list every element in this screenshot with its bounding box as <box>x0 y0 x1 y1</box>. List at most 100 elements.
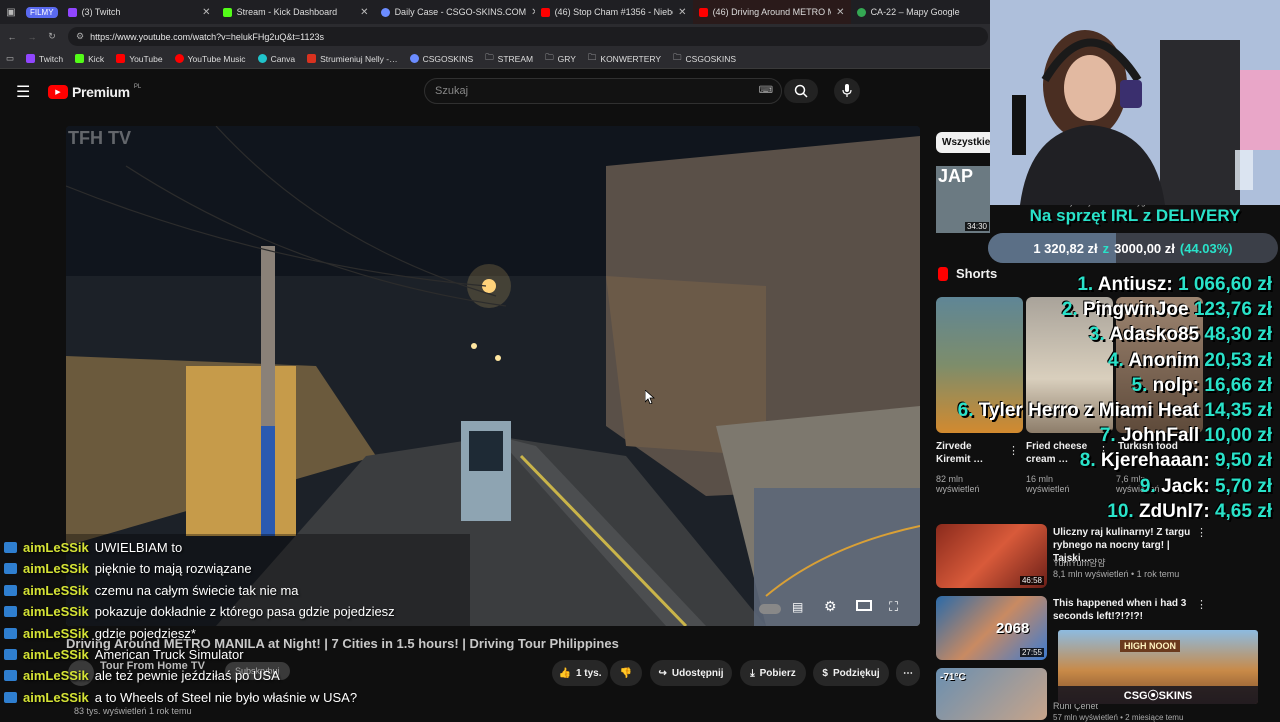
autoplay-toggle[interactable] <box>759 604 781 614</box>
url-text: https://www.youtube.com/watch?v=helukFHg… <box>90 31 325 42</box>
donor-name: PingwinJoe <box>1082 299 1189 321</box>
subtitles-icon[interactable]: ▤ <box>792 600 803 614</box>
tab-kick[interactable]: Stream - Kick Dashboard ✕ <box>217 0 375 24</box>
chat-username: aimLeSSik <box>23 668 89 684</box>
video-more-icon[interactable]: ⋮ <box>1196 598 1207 611</box>
donor-amount: 1 066,60 zł <box>1177 274 1272 295</box>
fullscreen-icon[interactable]: ⛶ <box>889 599 898 615</box>
youtube-music-icon <box>174 54 184 63</box>
tab-search-icon[interactable]: ▣ <box>0 7 22 18</box>
download-button[interactable]: ⤓ Pobierz <box>740 660 806 686</box>
recommended-title-2[interactable]: This happened when i had 3 seconds left!… <box>1053 597 1193 623</box>
filter-chip-all[interactable]: Wszystkie <box>936 132 997 153</box>
settings-icon[interactable]: ⚙ <box>824 598 837 615</box>
folder-icon: 🗀 <box>485 51 494 62</box>
goal-progress-text: 1 320,82 zł z 3000,00 zł (44.03%) <box>988 233 1278 263</box>
close-icon[interactable]: ✕ <box>678 7 686 18</box>
donor-row: 9. Jack: 5,70 zł <box>1140 476 1272 498</box>
bookmark-folder-csgoskins[interactable]: 🗀 CSGOSKINS <box>673 52 736 66</box>
bookmark-youtube-music[interactable]: YouTube Music <box>174 53 246 64</box>
reload-icon[interactable]: ↻ <box>44 31 60 42</box>
bookmark-folder-stream[interactable]: 🗀 STREAM <box>485 52 533 66</box>
like-button[interactable]: 👍 1 tys. <box>552 660 608 686</box>
thanks-button[interactable]: $ Podziękuj <box>813 660 889 686</box>
more-icon: ⋯ <box>903 667 913 679</box>
tab-twitch[interactable]: (3) Twitch ✕ <box>62 0 217 24</box>
keyboard-icon[interactable]: ⌨ <box>759 79 773 103</box>
chat-badge-icon <box>4 627 17 639</box>
folder-icon: 🗀 <box>673 51 682 62</box>
share-button[interactable]: ↪ Udostępnij <box>650 660 732 686</box>
recommended-thumbnail-1[interactable]: 46:58 <box>936 524 1047 588</box>
tab-google-maps[interactable]: CA-22 – Mapy Google <box>851 0 971 24</box>
address-bar-row: ← → ↻ ⚙ https://www.youtube.com/watch?v=… <box>0 24 990 49</box>
recommended-thumbnail-3[interactable]: -71°C <box>936 668 1047 720</box>
tab-group-chip[interactable]: FILMY <box>26 6 58 18</box>
youtube-icon <box>540 7 550 17</box>
chat-username: aimLeSSik <box>23 647 89 662</box>
kick-icon <box>222 7 232 17</box>
bookmark-label: CSGOSKINS <box>685 53 737 64</box>
chat-message: aimLeSSik ale też pewnie jeździłaś po USA <box>4 668 280 683</box>
dislike-button[interactable]: 👎 <box>610 660 642 686</box>
chat-message: aimLeSSik pięknie to mają rozwiązane <box>4 561 252 576</box>
recommended-thumbnail-2[interactable]: 2068 27:55 <box>936 596 1047 660</box>
logo-text: Premium <box>72 84 130 100</box>
url-input[interactable]: ⚙ https://www.youtube.com/watch?v=helukF… <box>68 27 988 46</box>
voice-search-button[interactable] <box>834 78 860 104</box>
close-icon[interactable]: ✕ <box>360 7 368 18</box>
chat-message: aimLeSSik czemu na całym świecie tak nie … <box>4 583 299 598</box>
bookmark-youtube[interactable]: YouTube <box>116 54 163 64</box>
chat-username: aimLeSSik <box>23 540 89 555</box>
theater-mode-icon[interactable] <box>856 600 872 611</box>
short-more-icon[interactable]: ⋮ <box>1008 444 1019 457</box>
donor-row: 2. PingwinJoe 123,76 zł <box>1062 299 1272 321</box>
thanks-label: Podziękuj <box>832 667 880 679</box>
more-actions-button[interactable]: ⋯ <box>896 660 920 686</box>
tab-youtube-stop-cham[interactable]: (46) Stop Cham #1356 - Niebezpi… ✕ <box>535 0 693 24</box>
forward-icon[interactable]: → <box>24 32 40 42</box>
bookmark-kick[interactable]: Kick <box>75 54 104 64</box>
tab-csgo-skins[interactable]: Daily Case - CSGO-SKINS.COM✕ <box>375 0 535 24</box>
bookmark-folder-konwertery[interactable]: 🗀 KONWERTERY <box>588 52 661 66</box>
search-input[interactable]: Szukaj ⌨ <box>424 78 782 104</box>
bookmark-label: YouTube Music <box>187 53 246 64</box>
duration-badge: 34:30 <box>964 222 989 231</box>
recommended-thumbnail-top[interactable]: JAP 34:30 <box>936 166 990 233</box>
youtube-logo[interactable]: ▶ Premium PL <box>48 84 141 100</box>
goal-percent: (44.03%) <box>1179 240 1233 256</box>
back-icon[interactable]: ← <box>4 32 20 42</box>
bookmark-folder-gry[interactable]: 🗀 GRY <box>545 52 576 66</box>
donor-row: 10. ZdUnl7: 4,65 zł <box>1107 501 1272 523</box>
kick-icon <box>75 54 85 63</box>
video-player[interactable]: TFH TV ▤ ⚙ ⛶ <box>66 126 920 626</box>
goal-separator: z <box>1102 240 1110 256</box>
donor-row: 3. Adasko85 48,30 zł <box>1089 324 1272 346</box>
donor-amount: 5,70 zł <box>1214 475 1272 497</box>
site-info-icon[interactable]: ⚙ <box>76 31 84 42</box>
recommended-channel-1[interactable]: YumYum얌얌 <box>1053 556 1106 569</box>
download-label: Pobierz <box>759 667 796 679</box>
donor-rank: 2. <box>1061 299 1078 321</box>
donor-amount: 123,76 zł <box>1193 299 1272 321</box>
bookmark-strumieniuj[interactable]: Strumieniuj Nelly -… <box>307 54 398 64</box>
bookmark-canva[interactable]: Canva <box>257 54 295 64</box>
bookmark-twitch[interactable]: Twitch <box>26 54 63 64</box>
tab-youtube-active[interactable]: (46) Driving Around METRO MAN… ✕ <box>692 0 851 24</box>
goal-current: 1 320,82 zł <box>1033 240 1098 256</box>
short-title-1[interactable]: Zirvede Kiremit … <box>936 440 1006 466</box>
logo-country: PL <box>133 84 142 90</box>
goal-progress-bar: 1 320,82 zł z 3000,00 zł (44.03%) <box>988 233 1278 263</box>
webcam-overlay <box>990 0 1280 205</box>
recommended-meta-3: 57 mln wyświetleń • 2 miesiące temu <box>1053 713 1184 722</box>
donor-rank: 10. <box>1107 500 1134 522</box>
apps-icon[interactable]: ▭ <box>6 53 14 64</box>
close-icon[interactable]: ✕ <box>836 7 844 18</box>
donor-name: Antiusz: <box>1097 274 1173 295</box>
close-icon[interactable]: ✕ <box>202 7 210 18</box>
menu-icon[interactable]: ☰ <box>16 82 30 102</box>
donor-row: 8. Kjerehaaan: 9,50 zł <box>1080 450 1272 472</box>
bookmark-csgoskins[interactable]: CSGOSKINS <box>409 54 473 64</box>
video-more-icon[interactable]: ⋮ <box>1196 526 1207 539</box>
search-button[interactable] <box>784 79 818 103</box>
